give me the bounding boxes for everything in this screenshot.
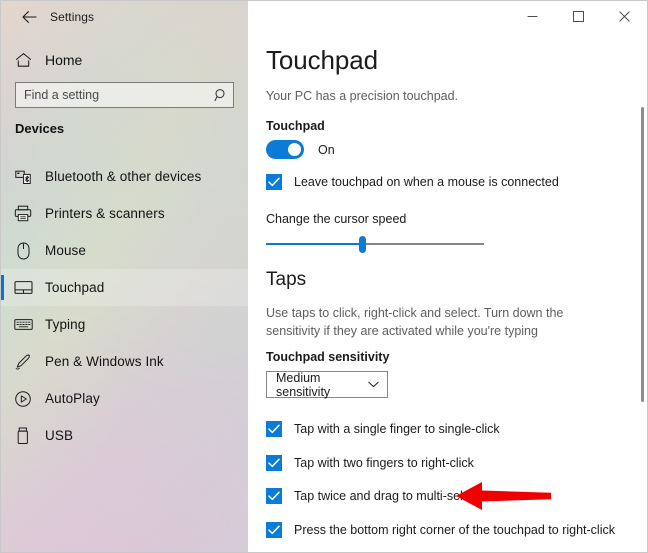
checkbox-box[interactable] [266,488,282,504]
sidebar-item-label: AutoPlay [45,391,100,406]
sidebar-section-header: Devices [15,121,65,136]
checkbox-box[interactable] [266,455,282,471]
settings-window: Settings Home Devices [0,0,648,553]
close-icon[interactable] [601,1,647,32]
main-content: Touchpad Your PC has a precision touchpa… [248,32,647,552]
checkbox-press-bottom-right-corner[interactable]: Press the bottom right corner of the tou… [266,522,615,538]
pen-icon [1,353,45,371]
checkbox-label: Press the bottom right corner of the tou… [294,523,615,537]
page-subtitle: Your PC has a precision touchpad. [266,89,459,103]
sidebar-home-label: Home [45,52,83,68]
sidebar-item-touchpad[interactable]: Touchpad [1,269,248,306]
search-box[interactable] [15,82,234,108]
touchpad-sensitivity-dropdown[interactable]: Medium sensitivity [266,370,388,399]
scrollbar-thumb[interactable] [641,107,644,402]
mouse-icon [1,242,45,260]
touchpad-sensitivity-label: Touchpad sensitivity [266,350,390,364]
autoplay-icon [1,390,45,408]
search-input[interactable] [16,88,209,102]
touchpad-toggle-label: Touchpad [266,119,325,133]
touchpad-toggle[interactable] [266,140,304,159]
sidebar-item-mouse[interactable]: Mouse [1,232,248,269]
sidebar-item-label: USB [45,428,74,443]
sidebar: Settings Home Devices [1,1,248,552]
checkbox-leave-touchpad-on[interactable]: Leave touchpad on when a mouse is connec… [266,174,559,190]
sidebar-item-typing[interactable]: Typing [1,306,248,343]
checkbox-box[interactable] [266,421,282,437]
sidebar-item-label: Typing [45,317,86,332]
search-icon[interactable] [209,88,233,102]
checkbox-box[interactable] [266,522,282,538]
sidebar-item-label: Printers & scanners [45,206,165,221]
window-title: Settings [50,10,95,24]
checkbox-box[interactable] [266,174,282,190]
toggle-knob [288,143,301,156]
slider-fill [266,243,363,245]
sidebar-item-autoplay[interactable]: AutoPlay [1,380,248,417]
checkbox-label: Tap with two fingers to right-click [294,456,474,470]
keyboard-icon [1,318,45,331]
checkbox-label: Tap twice and drag to multi-select [294,489,480,503]
checkbox-label: Tap with a single finger to single-click [294,422,500,436]
cursor-speed-label: Change the cursor speed [266,212,407,226]
sidebar-nav: Bluetooth & other devices Printers & sca… [1,158,248,454]
sidebar-item-label: Mouse [45,243,87,258]
printer-icon [1,205,45,222]
sidebar-item-usb[interactable]: USB [1,417,248,454]
slider-thumb[interactable] [359,236,366,253]
sidebar-item-pen-windows-ink[interactable]: Pen & Windows Ink [1,343,248,380]
sidebar-titlebar: Settings [1,1,248,33]
sidebar-item-bluetooth-other-devices[interactable]: Bluetooth & other devices [1,158,248,195]
chevron-down-icon[interactable] [368,381,379,388]
touchpad-icon [1,280,45,295]
touchpad-toggle-row: On [266,140,335,159]
window-controls [509,1,647,32]
sidebar-item-label: Touchpad [45,280,105,295]
minimize-icon[interactable] [509,1,555,32]
sidebar-item-home[interactable]: Home [1,44,248,76]
selection-indicator [1,275,4,300]
maximize-icon[interactable] [555,1,601,32]
checkbox-label: Leave touchpad on when a mouse is connec… [294,175,559,189]
page-title: Touchpad [266,45,378,75]
home-icon [1,52,45,68]
content-scrollbar[interactable] [641,72,644,552]
taps-section-description: Use taps to click, right-click and selec… [266,306,564,338]
bluetooth-devices-icon [1,169,45,185]
sidebar-item-printers-scanners[interactable]: Printers & scanners [1,195,248,232]
checkbox-tap-single-finger[interactable]: Tap with a single finger to single-click [266,421,500,437]
usb-icon [1,427,45,445]
checkbox-tap-twice-drag-multiselect[interactable]: Tap twice and drag to multi-select [266,488,480,504]
checkbox-tap-two-fingers[interactable]: Tap with two fingers to right-click [266,455,474,471]
sidebar-item-label: Pen & Windows Ink [45,354,164,369]
taps-section-title: Taps [266,269,307,290]
sidebar-item-label: Bluetooth & other devices [45,169,202,184]
dropdown-selected-value: Medium sensitivity [276,370,331,399]
back-arrow-icon[interactable] [10,3,48,31]
touchpad-toggle-state: On [318,142,335,157]
cursor-speed-slider[interactable] [266,235,484,253]
